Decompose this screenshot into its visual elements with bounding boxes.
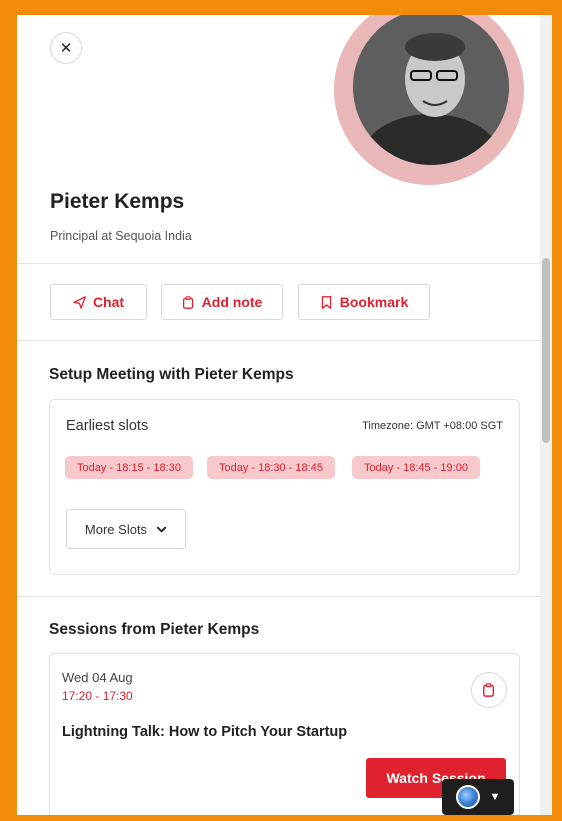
profile-panel: ✕ Pieter Kemps Principal at Sequoia Indi… xyxy=(17,15,540,815)
divider xyxy=(17,596,540,597)
divider xyxy=(17,340,540,341)
bookmark-label: Bookmark xyxy=(339,294,409,310)
divider xyxy=(17,263,540,264)
avatar-photo xyxy=(353,15,509,165)
session-title: Lightning Talk: How to Pitch Your Startu… xyxy=(62,724,348,740)
add-note-label: Add note xyxy=(201,294,263,310)
session-date: Wed 04 Aug xyxy=(62,670,133,685)
bookmark-icon xyxy=(321,295,331,309)
slot-pill[interactable]: Today - 18:15 - 18:30 xyxy=(65,456,193,479)
chat-label: Chat xyxy=(92,294,125,310)
profile-name: Pieter Kemps xyxy=(50,190,185,213)
earliest-slots-label: Earliest slots xyxy=(66,418,149,434)
session-note-button[interactable] xyxy=(471,672,507,708)
avatar xyxy=(353,15,509,165)
chat-button[interactable]: Chat xyxy=(50,284,147,320)
slot-pill[interactable]: Today - 18:30 - 18:45 xyxy=(207,456,335,479)
more-slots-button[interactable]: More Slots xyxy=(66,509,186,549)
session-time: 17:20 - 17:30 xyxy=(62,689,133,703)
language-widget[interactable]: ▼ xyxy=(442,779,514,815)
chevron-down-icon xyxy=(156,526,167,532)
meeting-section-title: Setup Meeting with Pieter Kemps xyxy=(49,366,294,383)
add-note-button[interactable]: Add note xyxy=(161,284,283,320)
slot-pill[interactable]: Today - 18:45 - 19:00 xyxy=(352,456,480,479)
send-icon xyxy=(73,295,86,309)
scrollbar[interactable] xyxy=(540,15,552,815)
scrollbar-thumb[interactable] xyxy=(542,258,550,443)
clipboard-icon xyxy=(182,295,193,309)
highlight-frame: ✕ Pieter Kemps Principal at Sequoia Indi… xyxy=(0,0,562,821)
globe-icon xyxy=(455,785,480,809)
bookmark-button[interactable]: Bookmark xyxy=(298,284,430,320)
sessions-section-title: Sessions from Pieter Kemps xyxy=(49,621,260,638)
slots-card: Earliest slots Timezone: GMT +08:00 SGT … xyxy=(49,399,520,575)
clipboard-icon xyxy=(483,683,495,697)
timezone-label: Timezone: GMT +08:00 SGT xyxy=(362,420,503,432)
caret-down-icon: ▼ xyxy=(489,791,501,803)
profile-subtitle: Principal at Sequoia India xyxy=(50,229,192,243)
close-button[interactable]: ✕ xyxy=(50,32,82,64)
close-icon: ✕ xyxy=(59,40,73,57)
more-slots-label: More Slots xyxy=(84,521,148,537)
